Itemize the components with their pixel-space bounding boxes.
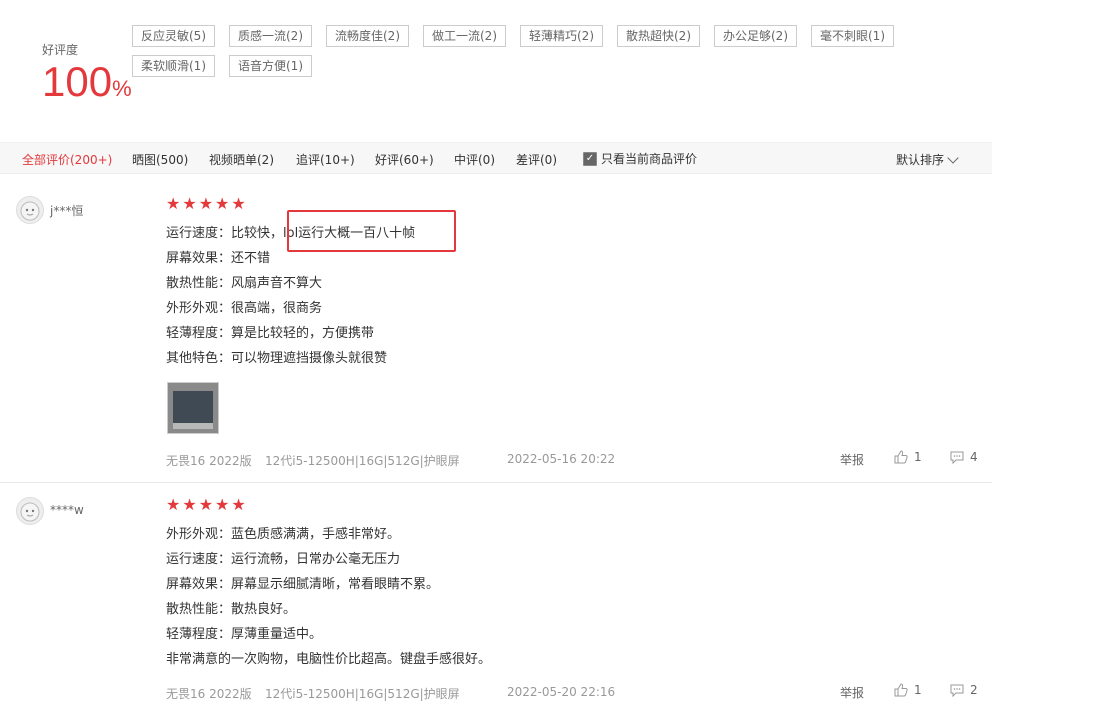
- star-icon: ★: [215, 194, 230, 213]
- rate-value: 100%: [42, 58, 132, 106]
- tag[interactable]: 语音方便(1): [229, 55, 312, 77]
- star-icon: ★: [231, 194, 246, 213]
- thumbs-up-icon: [894, 683, 908, 697]
- review-line: 轻薄程度：算是比较轻的，方便携带: [166, 326, 375, 341]
- only-current-label: 只看当前商品评价: [601, 152, 698, 166]
- comment-bubble-icon: [950, 684, 964, 698]
- product-version: 无畏16 2022版: [166, 454, 252, 468]
- review-date: 2022-05-16 20:22: [507, 452, 616, 466]
- tag[interactable]: 反应灵敏(5): [132, 25, 215, 47]
- star-icon: ★: [198, 194, 214, 213]
- only-current-toggle[interactable]: ✓ 只看当前商品评价: [583, 150, 697, 167]
- review-item: ****w ★ ★ ★ ★ ★ 外形外观：蓝色质感满满，手感非常好。 运行速度：…: [0, 483, 992, 713]
- review-line: 散热性能：散热良好。: [166, 602, 297, 617]
- review-line: 外形外观：很高端，很商务: [166, 301, 323, 316]
- review-line: 轻薄程度：厚薄重量适中。: [166, 627, 323, 642]
- tag[interactable]: 质感一流(2): [229, 25, 312, 47]
- image-thumbnail-icon: [168, 383, 218, 433]
- star-icon: ★: [215, 495, 230, 514]
- tag[interactable]: 做工一流(2): [423, 25, 506, 47]
- comment-button[interactable]: 4: [949, 449, 978, 465]
- star-icon: ★: [166, 495, 181, 514]
- report-label: 举报: [840, 686, 865, 700]
- star-icon: ★: [182, 194, 197, 213]
- filter-all[interactable]: 全部评价(200+): [22, 151, 112, 168]
- review-date: 2022-05-20 22:16: [507, 685, 616, 699]
- review-content: 运行速度：比较快，lol运行大概一百八十帧 屏幕效果：还不错 散热性能：风扇声音…: [166, 221, 415, 371]
- avatar-face-icon: [20, 502, 40, 522]
- filter-followup[interactable]: 追评(10+): [296, 151, 355, 168]
- review-image-thumbnail[interactable]: [167, 382, 219, 434]
- tag[interactable]: 毫不刺眼(1): [811, 25, 894, 47]
- checkbox-checked-icon[interactable]: ✓: [583, 151, 597, 166]
- filter-videos[interactable]: 视频晒单(2): [209, 151, 274, 168]
- rating-summary: 好评度 100% 反应灵敏(5) 质感一流(2) 流畅度佳(2) 做工一流(2)…: [0, 0, 1000, 130]
- review-line: 屏幕效果：还不错: [166, 251, 271, 266]
- review-line: 非常满意的一次购物，电脑性价比超高。键盘手感很好。: [166, 652, 492, 667]
- star-rating: ★ ★ ★ ★ ★: [166, 196, 246, 212]
- review-item: j***恒 ★ ★ ★ ★ ★ 运行速度：比较快，lol运行大概一百八十帧 屏幕…: [0, 180, 992, 483]
- username[interactable]: j***恒: [50, 202, 83, 219]
- username[interactable]: ****w: [50, 503, 84, 517]
- report-button[interactable]: 举报: [840, 684, 864, 701]
- review-content: 外形外观：蓝色质感满满，手感非常好。 运行速度：运行流畅，日常办公毫无压力 屏幕…: [166, 522, 491, 672]
- comment-count: 4: [970, 450, 978, 464]
- star-icon: ★: [198, 495, 214, 514]
- rate-unit: %: [112, 76, 132, 101]
- report-label: 举报: [840, 453, 865, 467]
- star-icon: ★: [166, 194, 181, 213]
- chevron-down-icon: [947, 151, 959, 164]
- thumbs-up-icon: [894, 450, 908, 464]
- star-rating: ★ ★ ★ ★ ★: [166, 497, 246, 513]
- like-count: 1: [914, 683, 922, 697]
- comment-button[interactable]: 2: [949, 682, 978, 698]
- product-spec: 12代i5-12500H|16G|512G|护眼屏: [265, 454, 460, 468]
- review-line: 散热性能：风扇声音不算大: [166, 276, 323, 291]
- review-line: 运行速度：比较快，lol运行大概一百八十帧: [166, 226, 416, 241]
- sort-label: 默认排序: [896, 153, 945, 167]
- filter-negative[interactable]: 差评(0): [516, 151, 557, 168]
- filter-neutral[interactable]: 中评(0): [454, 151, 495, 168]
- like-button[interactable]: 1: [893, 682, 922, 698]
- review-line: 外形外观：蓝色质感满满，手感非常好。: [166, 527, 401, 542]
- avatar[interactable]: [16, 497, 44, 525]
- product-spec: 12代i5-12500H|16G|512G|护眼屏: [265, 687, 460, 701]
- comment-count: 2: [970, 683, 978, 697]
- tag[interactable]: 流畅度佳(2): [326, 25, 409, 47]
- report-button[interactable]: 举报: [840, 451, 864, 468]
- filter-positive[interactable]: 好评(60+): [375, 151, 434, 168]
- filter-photos[interactable]: 晒图(500): [132, 151, 188, 168]
- review-line: 运行速度：运行流畅，日常办公毫无压力: [166, 552, 401, 567]
- review-line: 屏幕效果：屏幕显示细腻清晰，常看眼睛不累。: [166, 577, 440, 592]
- sort-dropdown[interactable]: 默认排序: [896, 151, 959, 168]
- avatar-face-icon: [20, 201, 40, 221]
- tag[interactable]: 办公足够(2): [714, 25, 797, 47]
- review-line: 其他特色：可以物理遮挡摄像头就很赞: [166, 351, 388, 366]
- rate-label: 好评度: [42, 43, 79, 57]
- like-button[interactable]: 1: [893, 449, 922, 465]
- product-version: 无畏16 2022版: [166, 687, 252, 701]
- avatar[interactable]: [16, 196, 44, 224]
- star-icon: ★: [231, 495, 246, 514]
- star-icon: ★: [182, 495, 197, 514]
- like-count: 1: [914, 450, 922, 464]
- rate-number: 100: [42, 58, 113, 105]
- filter-bar: 全部评价(200+) 晒图(500) 视频晒单(2) 追评(10+) 好评(60…: [0, 142, 992, 174]
- tag[interactable]: 散热超快(2): [617, 25, 700, 47]
- tag-list: 反应灵敏(5) 质感一流(2) 流畅度佳(2) 做工一流(2) 轻薄精巧(2) …: [132, 25, 912, 77]
- comment-bubble-icon: [950, 451, 964, 465]
- tag[interactable]: 柔软顺滑(1): [132, 55, 215, 77]
- tag[interactable]: 轻薄精巧(2): [520, 25, 603, 47]
